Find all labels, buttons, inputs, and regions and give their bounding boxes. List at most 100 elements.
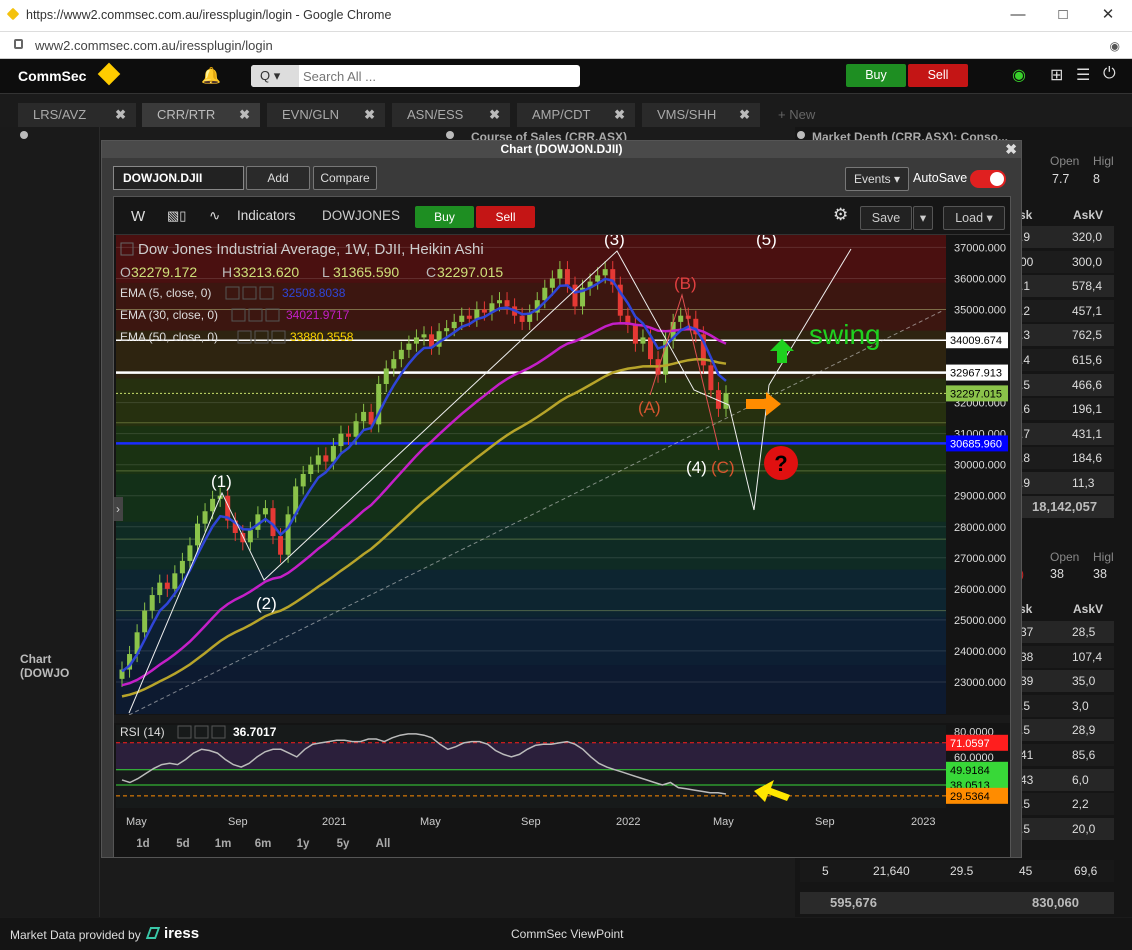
tab-close-icon[interactable]: ✖ [115, 103, 126, 127]
y-tick-label: 35000.000 [954, 304, 1006, 316]
symbol-input[interactable]: DOWJON.DJII [113, 166, 244, 190]
settings-gear-icon[interactable]: ⚙ [833, 205, 848, 225]
chart-svg[interactable]: 37000.00036000.00035000.00034000.0003300… [114, 235, 1010, 840]
ohlc-value: 32279.172 [131, 264, 197, 280]
md-row[interactable]: .2 457,1 [1010, 299, 1114, 322]
search-input[interactable] [303, 67, 573, 85]
eye-icon[interactable]: ◉ [1110, 39, 1120, 53]
header-sell-button[interactable]: Sell [908, 64, 968, 87]
url-text[interactable]: www2.commsec.com.au/iressplugin/login [35, 38, 273, 53]
md-last-a: 5 [822, 864, 829, 878]
md-cell-volume: 300,0 [1072, 254, 1103, 269]
wave-label-a: (A) [638, 398, 661, 417]
md-cell-price: 43 [1020, 772, 1034, 787]
minimize-button[interactable]: — [1003, 4, 1033, 26]
candle-body [300, 474, 306, 487]
menu-icon[interactable]: ☰ [1076, 65, 1090, 85]
md-row[interactable]: .9 11,3 [1010, 472, 1114, 494]
search-type-button[interactable]: Q ▾ [251, 65, 299, 87]
md-row[interactable]: .3 762,5 [1010, 324, 1114, 347]
md-row[interactable]: .7 431,1 [1010, 422, 1114, 445]
md-row[interactable]: .5 2,2 [1010, 793, 1114, 816]
md-row[interactable]: .4 615,6 [1010, 349, 1114, 371]
maximize-button[interactable]: □ [1048, 4, 1078, 26]
range-button-5d[interactable]: 5d [165, 834, 201, 854]
indicators-button[interactable]: Indicators [237, 208, 296, 223]
indicator-label: EMA (50, close, 0) [120, 330, 218, 344]
md-row[interactable]: 39 35,0 [1010, 670, 1114, 693]
save-button[interactable]: Save [860, 206, 912, 230]
new-tab-button[interactable]: + New [778, 103, 815, 127]
tab-close-icon[interactable]: ✖ [364, 103, 375, 127]
tab-close-icon[interactable]: ✖ [614, 103, 625, 127]
range-button-1y[interactable]: 1y [285, 834, 321, 854]
candle-body [466, 315, 472, 319]
md-row[interactable]: 00 300,0 [1010, 250, 1114, 273]
candle-body [678, 315, 684, 322]
md-row[interactable]: .8 184,6 [1010, 447, 1114, 470]
md-cell-volume: 28,9 [1072, 723, 1096, 738]
chart-area[interactable]: W ▧▯ ∿ Indicators DOWJONES Buy Sell ⚙ Sa… [113, 196, 1011, 858]
md-row[interactable]: .9 320,0 [1010, 226, 1114, 248]
range-button-5y[interactable]: 5y [325, 834, 361, 854]
candle-body [708, 365, 714, 391]
md-row[interactable]: 41 85,6 [1010, 744, 1114, 766]
header-buy-button[interactable]: Buy [846, 64, 906, 87]
candle-body [149, 595, 155, 611]
tab-close-icon[interactable]: ✖ [489, 103, 500, 127]
md-row[interactable]: .6 196,1 [1010, 398, 1114, 421]
autosave-toggle[interactable] [970, 170, 1006, 188]
iress-brand: iress [164, 925, 200, 942]
md-cell-volume: 762,5 [1072, 328, 1103, 343]
search-box[interactable]: Q ▾ [251, 65, 580, 87]
candle-body [549, 278, 555, 288]
load-button[interactable]: Load ▾ [943, 206, 1005, 230]
save-menu-button[interactable]: ▾ [913, 206, 933, 230]
md-cell-price: 00 [1020, 254, 1034, 269]
tab-lrs-avz[interactable]: LRS/AVZ ✖ [18, 103, 136, 127]
tab-evn-gln[interactable]: EVN/GLN ✖ [267, 103, 385, 127]
compare-button[interactable]: Compare [313, 166, 377, 190]
power-icon[interactable]: ⏻ [1103, 65, 1116, 83]
wave-label-5: (5) [756, 235, 777, 249]
candle-body [504, 300, 510, 307]
md-row[interactable]: .5 466,6 [1010, 373, 1114, 396]
range-button-6m[interactable]: 6m [245, 834, 281, 854]
tab-crr-rtr[interactable]: CRR/RTR ✖ [142, 103, 260, 127]
tab-amp-cdt[interactable]: AMP/CDT ✖ [517, 103, 635, 127]
ohlc-value: 33213.620 [233, 264, 299, 280]
candle-body [557, 269, 563, 279]
tab-close-icon[interactable]: ✖ [739, 103, 750, 127]
indicators-icon[interactable]: ∿ [209, 208, 220, 224]
md-row[interactable]: .1 578,4 [1010, 275, 1114, 298]
md-row[interactable]: 37 28,5 [1010, 621, 1114, 643]
range-button-1m[interactable]: 1m [205, 834, 241, 854]
md-row[interactable]: .5 20,0 [1010, 817, 1114, 840]
range-button-1d[interactable]: 1d [125, 834, 161, 854]
lightbulb-icon[interactable]: ◉ [1012, 65, 1026, 85]
chart-sell-button[interactable]: Sell [476, 206, 535, 228]
md-high-label-2: Higl [1093, 550, 1114, 564]
md-row[interactable]: 38 107,4 [1010, 645, 1114, 668]
candle-body [202, 511, 208, 524]
wave-label-4: (4) [686, 458, 707, 477]
range-button-All[interactable]: All [365, 834, 401, 854]
md-row[interactable]: 43 6,0 [1010, 768, 1114, 791]
ohlc-key: L [322, 264, 330, 280]
events-button[interactable]: Events ▾ [845, 167, 909, 191]
tab-close-icon[interactable]: ✖ [239, 103, 250, 127]
md-open-value: 7.7 [1052, 172, 1070, 186]
address-bar[interactable]: www2.commsec.com.au/iressplugin/login ◉ [0, 32, 1132, 59]
chart-type-icon[interactable]: ▧▯ [167, 208, 186, 224]
chart-buy-button[interactable]: Buy [415, 206, 474, 228]
modal-close-button[interactable]: ✖ [1005, 141, 1017, 158]
close-window-button[interactable]: ✕ [1093, 4, 1123, 26]
md-row[interactable]: .5 28,9 [1010, 719, 1114, 742]
md-row[interactable]: .5 3,0 [1010, 694, 1114, 717]
interval-button[interactable]: W [131, 208, 145, 225]
tab-asn-ess[interactable]: ASN/ESS ✖ [392, 103, 510, 127]
add-button[interactable]: Add [246, 166, 310, 190]
add-widget-icon[interactable]: ⊞ [1050, 65, 1063, 85]
bell-icon[interactable]: 🔔 [201, 66, 221, 86]
tab-vms-shh[interactable]: VMS/SHH ✖ [642, 103, 760, 127]
